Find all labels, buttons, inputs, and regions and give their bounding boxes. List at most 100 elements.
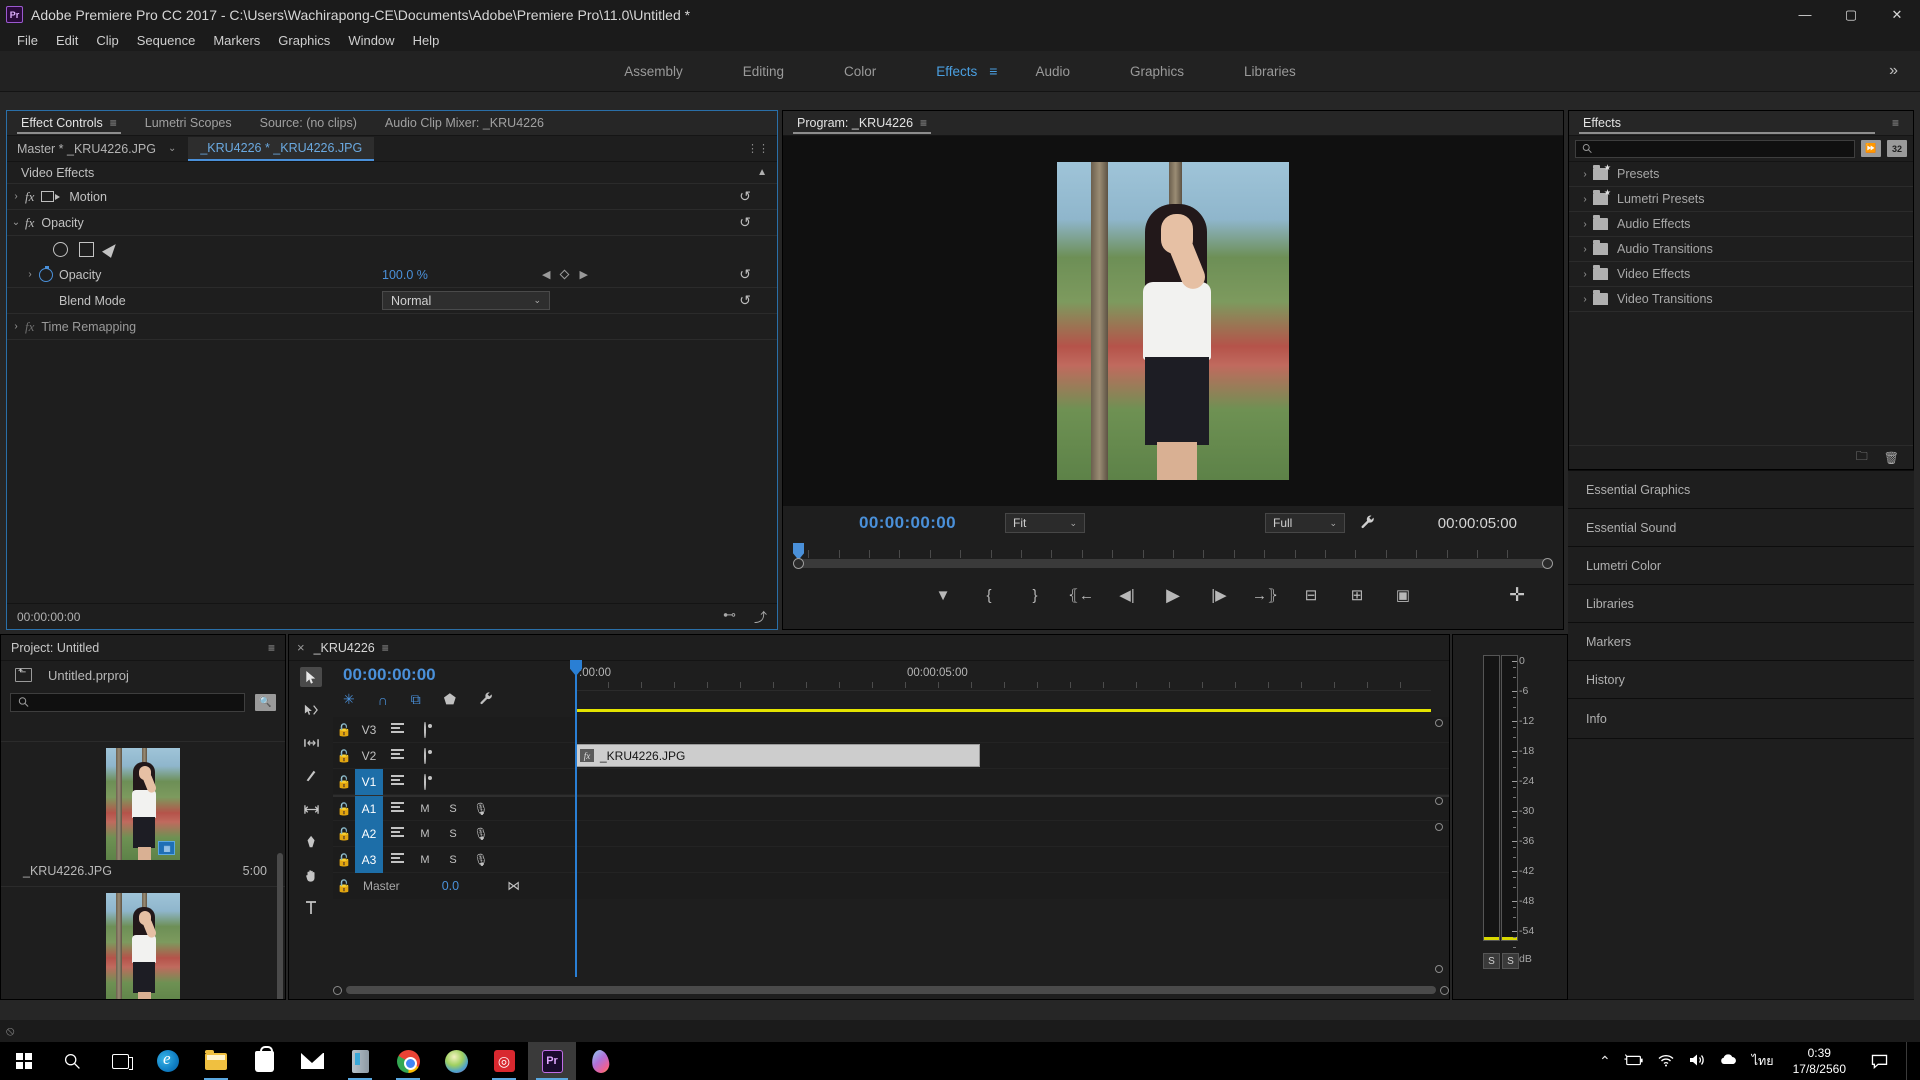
taskbar-microsoft-store-icon[interactable]: [240, 1042, 288, 1080]
track-v2-body[interactable]: fx _KRU4226.JPG: [575, 743, 1449, 768]
opacity-stopwatch-icon[interactable]: [39, 265, 53, 282]
track-v1-lock-icon[interactable]: 🔓: [333, 775, 355, 789]
track-v3-lock-icon[interactable]: 🔓: [333, 723, 355, 737]
workspace-tab-graphics[interactable]: Graphics: [1100, 59, 1214, 84]
tab-effect-controls[interactable]: Effect Controls ≡: [7, 111, 131, 136]
master-caret-icon[interactable]: ⌄: [168, 143, 176, 154]
track-v3-keyframe-dot[interactable]: [1435, 719, 1443, 727]
track-v1-sync-lock-icon[interactable]: [383, 774, 411, 789]
ripple-edit-tool-icon[interactable]: [300, 733, 322, 753]
track-a3-mute-button[interactable]: M: [411, 854, 439, 866]
track-v2-sync-lock-icon[interactable]: [383, 748, 411, 763]
lumetri-presets-twisty-icon[interactable]: ›: [1577, 194, 1593, 205]
hand-tool-icon[interactable]: [300, 865, 322, 885]
project-list-item[interactable]: ▦ _KRU4226.JPG 5:00: [1, 741, 285, 886]
project-find-icon[interactable]: 🔍: [255, 693, 276, 711]
opacity-value-row[interactable]: › Opacity 100.0 % ◀ ▶ ↺: [7, 262, 777, 288]
track-a2-voiceover-icon[interactable]: 🎙: [467, 827, 495, 841]
panel-history[interactable]: History: [1568, 660, 1914, 698]
track-v1-keyframe-dot[interactable]: [1435, 797, 1443, 805]
type-tool-icon[interactable]: [300, 898, 322, 918]
workspace-menu-icon[interactable]: ≡: [989, 63, 997, 79]
menu-clip[interactable]: Clip: [87, 31, 127, 50]
track-v2-lock-icon[interactable]: 🔓: [333, 749, 355, 763]
transition-icon[interactable]: ⊷: [723, 607, 736, 626]
taskbar-file-explorer-icon[interactable]: [192, 1042, 240, 1080]
add-keyframe-icon[interactable]: [560, 269, 570, 280]
workspace-tab-color[interactable]: Color: [814, 59, 906, 84]
export-icon[interactable]: ⤴: [754, 607, 767, 626]
taskbar-mail-icon[interactable]: [288, 1042, 336, 1080]
taskbar-premiere-pro-icon[interactable]: Pr: [528, 1042, 576, 1080]
program-duration-timecode[interactable]: 00:00:05:00: [1438, 515, 1517, 532]
navigate-up-icon[interactable]: [15, 667, 32, 682]
panel-lumetri-color[interactable]: Lumetri Color: [1568, 546, 1914, 584]
tray-chevron-icon[interactable]: ⌃: [1599, 1053, 1611, 1070]
minimize-button[interactable]: —: [1782, 0, 1828, 29]
audio-effects-twisty-icon[interactable]: ›: [1577, 219, 1593, 230]
track-v1-output-icon[interactable]: [411, 773, 439, 790]
track-v2-output-icon[interactable]: [411, 747, 439, 764]
tab-audio-clip-mixer[interactable]: Audio Clip Mixer: _KRU4226: [371, 111, 558, 136]
audio-meter-solo-left[interactable]: S: [1483, 953, 1500, 969]
extract-button[interactable]: ⊞: [1346, 584, 1368, 606]
taskbar-edge-icon[interactable]: [144, 1042, 192, 1080]
selection-tool-icon[interactable]: [300, 667, 322, 687]
track-a2-solo-button[interactable]: S: [439, 828, 467, 840]
track-a3-solo-button[interactable]: S: [439, 854, 467, 866]
menu-file[interactable]: File: [8, 31, 47, 50]
taskbar-google-chrome-icon[interactable]: [384, 1042, 432, 1080]
align-icon[interactable]: ⋮⋮: [747, 142, 769, 155]
task-view-icon[interactable]: [96, 1042, 144, 1080]
timeline-hamburger-icon[interactable]: ≡: [382, 642, 389, 654]
opacity-twisty-icon[interactable]: ⌄: [7, 217, 25, 228]
taskbar-this-pc-icon[interactable]: [336, 1042, 384, 1080]
effect-controls-hamburger-icon[interactable]: ≡: [110, 117, 117, 129]
windows-start-icon[interactable]: [0, 1042, 48, 1080]
panel-info[interactable]: Info: [1568, 698, 1914, 738]
project-file-row[interactable]: Untitled.prproj: [1, 661, 285, 689]
delete-custom-item-icon[interactable]: 🗑: [1884, 451, 1899, 465]
battery-charging-icon[interactable]: [1624, 1053, 1644, 1070]
razor-tool-icon[interactable]: [300, 766, 322, 786]
rectangle-mask-icon[interactable]: [79, 241, 94, 257]
timeline-settings-icon[interactable]: [479, 691, 493, 708]
track-a1-name[interactable]: A1: [355, 795, 383, 822]
button-editor-plus[interactable]: ✛: [1509, 584, 1525, 607]
timeline-ruler[interactable]: :00:00 00:00:05:00: [575, 661, 1431, 691]
program-scrubber[interactable]: [793, 540, 1553, 570]
track-master-lock-icon[interactable]: 🔓: [333, 879, 355, 893]
track-a1-lock-icon[interactable]: 🔓: [333, 802, 355, 816]
timeline-playhead-timecode[interactable]: 00:00:00:00: [343, 665, 436, 685]
track-a1-body[interactable]: [575, 797, 1449, 820]
track-v1-name[interactable]: V1: [355, 768, 383, 795]
timeline-zoom-out-handle[interactable]: [333, 985, 342, 995]
tab-effects[interactable]: Effects: [1569, 111, 1885, 136]
track-master-keyframe-dot[interactable]: [1435, 965, 1443, 973]
onedrive-icon[interactable]: [1719, 1053, 1739, 1069]
action-center-icon[interactable]: [1865, 1054, 1893, 1069]
track-v3-name[interactable]: V3: [355, 717, 383, 743]
track-a1-keyframe-dot[interactable]: [1435, 823, 1443, 831]
timeline-zoom-in-handle[interactable]: [1440, 985, 1449, 995]
effect-row-motion[interactable]: › fx Motion ↺: [7, 184, 777, 210]
effects-tree-item-video-effects[interactable]: › Video Effects: [1569, 262, 1913, 287]
panel-libraries[interactable]: Libraries: [1568, 584, 1914, 622]
track-master[interactable]: 🔓 Master 0.0 ⋈: [333, 873, 1449, 899]
project-search-input[interactable]: [10, 692, 245, 712]
track-v3-body[interactable]: [575, 717, 1449, 742]
tab-source[interactable]: Source: (no clips): [246, 111, 371, 136]
track-a3-body[interactable]: [575, 847, 1449, 872]
track-a3-name[interactable]: A3: [355, 846, 383, 873]
effects-panel-hamburger-icon[interactable]: ≡: [1892, 117, 1899, 129]
program-quality-select[interactable]: Full ⌄: [1265, 513, 1345, 533]
track-master-value[interactable]: 0.0: [442, 879, 459, 893]
effects-tree-item-video-transitions[interactable]: › Video Transitions: [1569, 287, 1913, 312]
timeline-work-area-bar[interactable]: [575, 709, 1431, 712]
presets-twisty-icon[interactable]: ›: [1577, 169, 1593, 180]
panel-essential-sound[interactable]: Essential Sound: [1568, 508, 1914, 546]
menu-markers[interactable]: Markers: [204, 31, 269, 50]
export-frame-button[interactable]: ▣: [1392, 584, 1414, 606]
taskbar-gimp-icon[interactable]: [432, 1042, 480, 1080]
close-button[interactable]: ✕: [1874, 0, 1920, 29]
